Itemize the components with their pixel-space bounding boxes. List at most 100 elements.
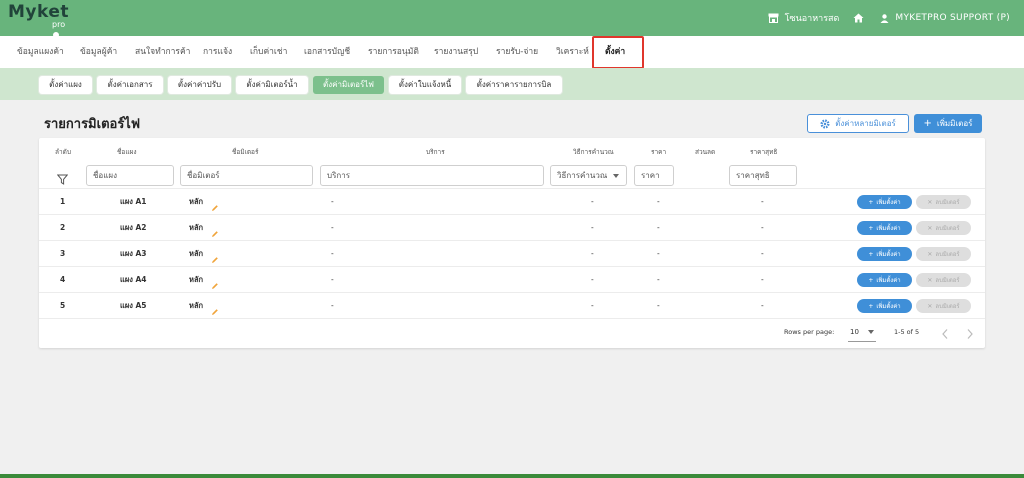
- nav-item-summary-report[interactable]: รายงานสรุป: [434, 36, 478, 68]
- user-icon[interactable]: [880, 13, 889, 23]
- subtab-fine-settings[interactable]: ตั้งค่าค่าปรับ: [168, 76, 231, 94]
- nav-item-approvals[interactable]: รายการอนุมัติ: [368, 36, 419, 68]
- nav-item-rent-collection[interactable]: เก็บค่าเช่า: [250, 36, 287, 68]
- app-logo[interactable]: Myket pro: [8, 3, 69, 38]
- subtab-bill-price-settings[interactable]: ตั้งค่าราคารายการบิล: [466, 76, 562, 94]
- settings-sub-nav: ตั้งค่าแผง ตั้งค่าเอกสาร ตั้งค่าค่าปรับ …: [0, 68, 1024, 100]
- subtab-electric-meter-settings[interactable]: ตั้งค่ามิเตอร์ไฟ: [313, 76, 384, 94]
- delete-meter-button[interactable]: ✕ ลบมิเตอร์: [916, 247, 971, 261]
- gear-icon: [820, 119, 830, 128]
- row-net-price: -: [761, 197, 764, 206]
- close-icon: ✕: [927, 224, 933, 232]
- multi-meter-settings-button[interactable]: ตั้งค่าหลายมิเตอร์: [807, 114, 909, 133]
- column-header-no: ลำดับ: [55, 148, 71, 156]
- nav-item-vendors[interactable]: ข้อมูลผู้ค้า: [80, 36, 117, 68]
- nav-item-settings[interactable]: ตั้งค่า: [605, 36, 625, 68]
- nav-item-interested[interactable]: สนใจทำการค้า: [135, 36, 190, 68]
- add-setting-button[interactable]: + เพิ่มตั้งค่า: [857, 273, 912, 287]
- stall-filter-input[interactable]: [86, 165, 174, 186]
- add-setting-button[interactable]: + เพิ่มตั้งค่า: [857, 221, 912, 235]
- delete-meter-label: ลบมิเตอร์: [935, 225, 960, 232]
- top-bar: Myket pro โซนอาหารสด MYKETPRO SUPPORT (P…: [0, 0, 1024, 38]
- row-no: 2: [60, 223, 66, 232]
- net-price-filter-input[interactable]: [729, 165, 797, 186]
- nav-item-accounting-docs[interactable]: เอกสารบัญชี: [304, 36, 350, 68]
- delete-meter-button[interactable]: ✕ ลบมิเตอร์: [916, 273, 971, 287]
- add-setting-label: เพิ่มตั้งค่า: [876, 225, 901, 232]
- prev-page-icon[interactable]: [941, 325, 949, 344]
- close-icon: ✕: [927, 198, 933, 206]
- table-row[interactable]: 3 แผง A3 หลัก - - - - + เพิ่มตั้งค่า ✕ ลบม…: [39, 240, 985, 266]
- method-filter-select[interactable]: วิธีการคำนวณ: [550, 165, 627, 186]
- home-icon[interactable]: [853, 13, 864, 23]
- table-row[interactable]: 4 แผง A4 หลัก - - - - + เพิ่มตั้งค่า ✕ ลบม…: [39, 266, 985, 292]
- plus-icon: +: [868, 198, 874, 206]
- column-header-net-price: ราคาสุทธิ: [750, 148, 778, 156]
- filter-icon[interactable]: [56, 170, 69, 189]
- rows-per-page-label: Rows per page:: [784, 328, 835, 336]
- row-net-price: -: [761, 275, 764, 284]
- close-icon: ✕: [927, 302, 933, 310]
- row-service: -: [331, 197, 334, 206]
- delete-meter-button[interactable]: ✕ ลบมิเตอร์: [916, 195, 971, 209]
- nav-item-analytics[interactable]: วิเคราะห์: [556, 36, 589, 68]
- row-net-price: -: [761, 223, 764, 232]
- delete-meter-button[interactable]: ✕ ลบมิเตอร์: [916, 299, 971, 313]
- row-method: -: [591, 301, 594, 310]
- add-meter-label: เพิ่มมิเตอร์: [936, 119, 973, 128]
- nav-item-income-expense[interactable]: รายรับ-จ่าย: [496, 36, 538, 68]
- add-setting-label: เพิ่มตั้งค่า: [876, 199, 901, 206]
- row-stall: แผง A1: [120, 197, 147, 206]
- row-meter: หลัก: [189, 301, 204, 310]
- service-filter-input[interactable]: [320, 165, 544, 186]
- multi-meter-settings-label: ตั้งค่าหลายมิเตอร์: [835, 119, 896, 128]
- delete-meter-button[interactable]: ✕ ลบมิเตอร์: [916, 221, 971, 235]
- row-stall: แผง A3: [120, 249, 147, 258]
- row-price: -: [657, 249, 660, 258]
- table-row[interactable]: 1 แผง A1 หลัก - - - - + เพิ่มตั้งค่า ✕ ลบม…: [39, 188, 985, 214]
- store-name[interactable]: โซนอาหารสด: [785, 11, 840, 25]
- table-divider: [39, 318, 985, 319]
- delete-meter-label: ลบมิเตอร์: [935, 199, 960, 206]
- add-setting-label: เพิ่มตั้งค่า: [876, 303, 901, 310]
- table-row[interactable]: 5 แผง A5 หลัก - - - - + เพิ่มตั้งค่า ✕ ลบม…: [39, 292, 985, 318]
- caret-down-icon: [868, 330, 874, 334]
- column-header-price: ราคา: [651, 148, 667, 156]
- add-setting-button[interactable]: + เพิ่มตั้งค่า: [857, 195, 912, 209]
- row-net-price: -: [761, 249, 764, 258]
- subtab-invoice-settings[interactable]: ตั้งค่าใบแจ้งหนี้: [389, 76, 461, 94]
- store-icon[interactable]: [768, 13, 779, 23]
- row-method: -: [591, 275, 594, 284]
- subtab-stall-settings[interactable]: ตั้งค่าแผง: [39, 76, 92, 94]
- page-title: รายการมิเตอร์ไฟ: [44, 117, 141, 132]
- row-stall: แผง A4: [120, 275, 147, 284]
- user-name[interactable]: MYKETPRO SUPPORT (P): [895, 13, 1010, 23]
- row-net-price: -: [761, 301, 764, 310]
- row-meter: หลัก: [189, 223, 204, 232]
- add-setting-button[interactable]: + เพิ่มตั้งค่า: [857, 247, 912, 261]
- row-no: 1: [60, 197, 66, 206]
- plus-icon: +: [868, 276, 874, 284]
- price-filter-input[interactable]: [634, 165, 674, 186]
- rows-per-page-value: 10: [850, 328, 859, 336]
- next-page-icon[interactable]: [966, 325, 974, 344]
- subtab-document-settings[interactable]: ตั้งค่าเอกสาร: [97, 76, 163, 94]
- pagination-range: 1-5 of 5: [894, 328, 920, 336]
- add-setting-button[interactable]: + เพิ่มตั้งค่า: [857, 299, 912, 313]
- add-meter-button[interactable]: + เพิ่มมิเตอร์: [914, 114, 982, 133]
- table-row[interactable]: 2 แผง A2 หลัก - - - - + เพิ่มตั้งค่า ✕ ลบม…: [39, 214, 985, 240]
- meter-filter-input[interactable]: [180, 165, 313, 186]
- add-setting-label: เพิ่มตั้งค่า: [876, 251, 901, 258]
- row-service: -: [331, 249, 334, 258]
- subtab-water-meter-settings[interactable]: ตั้งค่ามิเตอร์น้ำ: [236, 76, 308, 94]
- nav-item-stalls[interactable]: ข้อมูลแผงค้า: [17, 36, 64, 68]
- rows-per-page-select[interactable]: 10: [848, 322, 876, 342]
- column-header-discount: ส่วนลด: [695, 148, 716, 156]
- plus-icon: +: [868, 302, 874, 310]
- row-stall: แผง A2: [120, 223, 147, 232]
- nav-item-notifications[interactable]: การแจ้ง: [203, 36, 232, 68]
- row-method: -: [591, 197, 594, 206]
- row-service: -: [331, 275, 334, 284]
- column-header-meter: ชื่อมิเตอร์: [232, 148, 259, 156]
- row-price: -: [657, 301, 660, 310]
